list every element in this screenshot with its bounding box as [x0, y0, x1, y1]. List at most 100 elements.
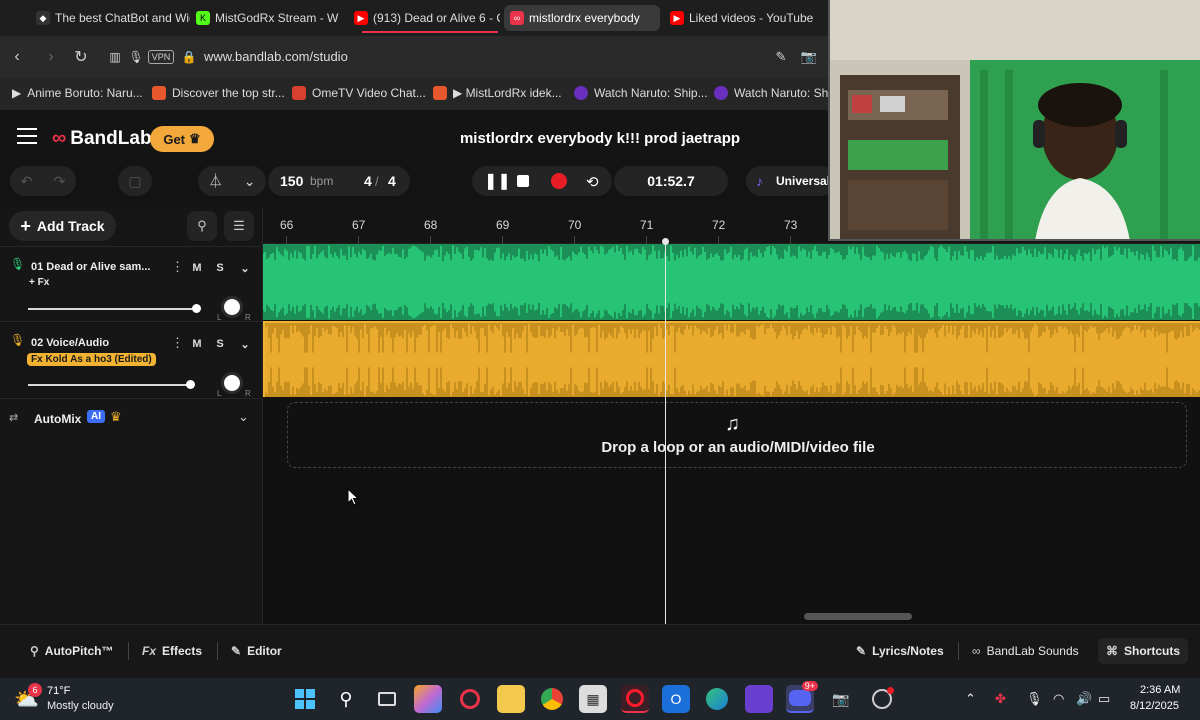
pan-knob[interactable] — [221, 296, 243, 318]
track-options-icon[interactable]: ⋮ — [171, 335, 184, 351]
volume-slider-knob[interactable] — [192, 304, 202, 313]
bandlab-sounds-button[interactable]: ∞ BandLab Sounds — [972, 640, 1079, 662]
chevron-down-icon[interactable]: ⌄ — [236, 259, 254, 277]
playhead-line[interactable] — [665, 238, 666, 626]
bookmark-mistlordrx[interactable]: ▶ MistLordRx idek... — [433, 86, 562, 100]
automix-row[interactable]: ⇄ AutoMix AI ♛ ⌄ — [0, 400, 263, 438]
add-fx-button[interactable]: + Fx — [29, 277, 49, 288]
track-2-clip[interactable] — [263, 321, 1200, 397]
opera-gx-icon[interactable] — [456, 685, 484, 713]
add-track-button[interactable]: + Add Track — [9, 211, 116, 241]
tab-youtube-dead-or-alive[interactable]: ▶ (913) Dead or Alive 6 - Of — [348, 5, 500, 31]
bookmark-naruto-2[interactable]: Watch Naruto: Shi — [714, 86, 831, 100]
fx-preset-badge[interactable]: Fx Kold As a ho3 (Edited) — [27, 353, 156, 366]
volume-slider[interactable] — [28, 308, 198, 310]
clock-date[interactable]: 8/12/2025 — [1130, 700, 1179, 712]
edit-icon[interactable]: ✎ — [770, 46, 792, 68]
tray-app-icon[interactable]: ✤ — [995, 691, 1006, 707]
track-options-icon[interactable]: ⋮ — [171, 259, 184, 275]
search-icon[interactable]: ⚲ — [332, 685, 360, 713]
pan-knob[interactable] — [221, 372, 243, 394]
tab-kick-stream[interactable]: K MistGodRx Stream - W — [190, 5, 350, 31]
chevron-down-icon[interactable]: ⌄ — [236, 335, 254, 353]
microphone-icon[interactable]: 🎙 — [125, 46, 147, 68]
volume-icon[interactable]: 🔊 — [1076, 691, 1092, 707]
drop-zone[interactable]: ♫ Drop a loop or an audio/MIDI/video fil… — [287, 402, 1187, 468]
camera-app-icon[interactable]: 📷 — [827, 685, 855, 713]
track-1-clip[interactable] — [262, 244, 1200, 320]
playhead-handle[interactable] — [662, 238, 669, 245]
file-explorer-icon[interactable] — [497, 685, 525, 713]
discord-icon[interactable]: 9+ — [786, 681, 818, 713]
tabs-grid-icon[interactable]: ▥ — [104, 46, 126, 68]
pause-icon[interactable]: ❚❚ — [484, 171, 511, 191]
volume-slider[interactable] — [28, 384, 192, 386]
tab-label: mistlordrx everybody — [529, 11, 640, 25]
time-signature-numerator[interactable]: 4 — [364, 173, 372, 189]
weather-widget[interactable]: ⛅ 6 71°F Mostly cloudy — [14, 683, 144, 715]
horizontal-scrollbar[interactable] — [804, 613, 912, 620]
obs-icon[interactable] — [868, 685, 896, 713]
menu-icon[interactable] — [17, 128, 37, 144]
volume-slider-knob[interactable] — [186, 380, 196, 389]
forward-icon[interactable]: › — [40, 46, 62, 68]
outlook-icon[interactable]: O — [662, 685, 690, 713]
tempo-value[interactable]: 150 — [280, 173, 303, 189]
windows-start-icon[interactable] — [291, 685, 319, 713]
lyrics-notes-button[interactable]: ✎ Lyrics/Notes — [856, 640, 944, 662]
battery-icon[interactable]: ▭ — [1098, 691, 1110, 707]
redo-icon[interactable]: ↷ — [54, 173, 66, 190]
get-membership-button[interactable]: Get ♛ — [150, 126, 214, 152]
loop-icon[interactable]: ⟲ — [586, 173, 599, 191]
opera-icon[interactable] — [621, 685, 649, 713]
tab-chatbot[interactable]: ◆ The best ChatBot and Wid — [30, 5, 190, 31]
editor-button[interactable]: ✎ Editor — [231, 640, 282, 662]
time-signature-denominator[interactable]: 4 — [388, 173, 396, 189]
bandlab-logo[interactable]: ∞ BandLab — [52, 127, 152, 150]
task-view-icon[interactable] — [373, 685, 401, 713]
mixer-icon[interactable]: ☰ — [224, 211, 254, 241]
mute-button[interactable]: M — [188, 259, 206, 277]
mute-button[interactable]: M — [188, 335, 206, 353]
tab-youtube-liked[interactable]: ▶ Liked videos - YouTube — [664, 5, 814, 31]
back-icon[interactable]: ‹ — [6, 46, 28, 68]
solo-button[interactable]: S — [211, 335, 229, 353]
microphone-icon[interactable]: 🎙 — [1026, 691, 1043, 707]
bookmark-boruto[interactable]: ▶ Anime Boruto: Naru... — [12, 86, 143, 100]
track-name[interactable]: 01 Dead or Alive sam... — [31, 261, 150, 273]
vpn-badge[interactable]: VPN — [148, 50, 174, 64]
tools-icon[interactable]: ⚲ — [187, 211, 217, 241]
tab-label: The best ChatBot and Wid — [55, 11, 190, 25]
metronome-button[interactable]: ⏃ ⌄ — [198, 166, 266, 196]
tab-bandlab[interactable]: ∞ mistlordrx everybody — [504, 5, 660, 31]
wifi-icon[interactable]: ◠ — [1053, 691, 1064, 707]
chevron-down-icon[interactable]: ⌄ — [238, 409, 249, 425]
bookmark-ometv[interactable]: OmeTV Video Chat... — [292, 86, 426, 100]
track-name[interactable]: 02 Voice/Audio — [31, 337, 109, 349]
stop-icon[interactable] — [517, 175, 529, 187]
track-row-2[interactable]: 🎙 02 Voice/Audio ⋮ M S ⌄ Fx Kold As a ho… — [0, 323, 263, 399]
url-input[interactable]: www.bandlab.com/studio — [204, 49, 348, 64]
microsoft-store-icon[interactable]: ▦ — [579, 685, 607, 713]
chrome-icon[interactable] — [538, 685, 566, 713]
reload-icon[interactable]: ↻ — [70, 46, 92, 68]
bookmark-naruto-1[interactable]: Watch Naruto: Ship... — [574, 86, 708, 100]
record-icon[interactable] — [551, 173, 567, 189]
effects-button[interactable]: Fx Effects — [142, 640, 202, 662]
history-button[interactable]: ▢ — [118, 166, 152, 196]
key-selector[interactable]: ♪ Universal — [746, 166, 836, 196]
chevron-up-icon[interactable]: ⌃ — [965, 691, 976, 707]
bookmark-discover[interactable]: Discover the top str... — [152, 86, 285, 100]
undo-icon[interactable]: ↶ — [21, 173, 33, 190]
clipchamp-icon[interactable] — [745, 685, 773, 713]
shortcuts-button[interactable]: ⌘ Shortcuts — [1098, 638, 1189, 664]
clock-time[interactable]: 2:36 AM — [1140, 684, 1180, 696]
edge-icon[interactable] — [703, 685, 731, 713]
song-title[interactable]: mistlordrx everybody k!!! prod jaetrapp — [420, 130, 780, 147]
time-signature-separator: / — [375, 173, 379, 189]
camera-icon[interactable]: 📷 — [798, 46, 820, 68]
copilot-icon[interactable] — [414, 685, 442, 713]
track-row-1[interactable]: 🎙 01 Dead or Alive sam... ⋮ M S ⌄ + Fx L… — [0, 246, 263, 322]
autopitch-button[interactable]: ⚲ AutoPitch™ — [30, 640, 113, 662]
solo-button[interactable]: S — [211, 259, 229, 277]
